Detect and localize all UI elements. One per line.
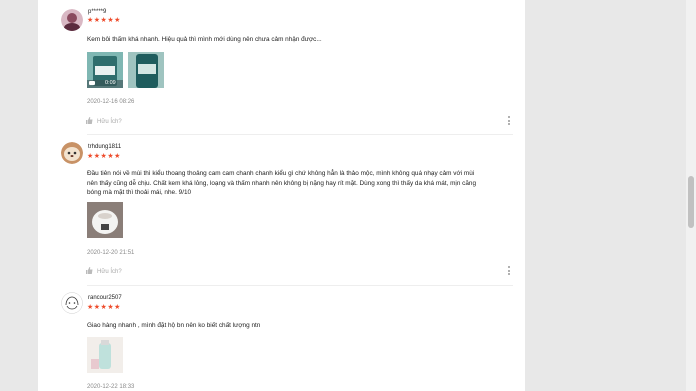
review-photo-thumbnail[interactable] <box>128 52 164 88</box>
review-photo-thumbnail[interactable] <box>87 337 123 373</box>
divider <box>87 134 513 135</box>
page-scrollbar[interactable] <box>686 0 696 391</box>
review-photo-thumbnail[interactable] <box>87 202 123 238</box>
review-timestamp: 2020-12-16 08:26 <box>87 99 135 105</box>
video-camera-icon <box>89 81 95 85</box>
thumbs-up-icon <box>86 117 93 124</box>
avatar[interactable] <box>61 292 83 314</box>
helpful-label: Hữu Ích? <box>97 119 122 125</box>
review-timestamp: 2020-12-22 18:33 <box>87 384 135 390</box>
video-duration: 0:09 <box>105 80 116 86</box>
review-comment: Đầu tiên nói về mùi thì kiểu thoang thoả… <box>87 170 477 196</box>
review-video-thumbnail[interactable]: 0:09 <box>87 52 123 88</box>
more-options-icon[interactable] <box>508 266 511 277</box>
reviewer-name[interactable]: trhdung1811 <box>88 144 121 150</box>
avatar[interactable] <box>61 9 83 31</box>
rating-stars: ★★★★★ <box>87 153 121 160</box>
helpful-label: Hữu Ích? <box>97 269 122 275</box>
rating-stars: ★★★★★ <box>87 304 121 311</box>
more-options-icon[interactable] <box>508 116 511 127</box>
review-timestamp: 2020-12-20 21:51 <box>87 250 135 256</box>
review-comment: Giao hàng nhanh , mình đặt hộ bn nên ko … <box>87 322 261 329</box>
reviews-panel: p*****9 ★★★★★ Kem bôi thấm khá nhanh. Hi… <box>38 0 525 391</box>
scrollbar-thumb[interactable] <box>688 176 694 228</box>
thumbs-up-icon <box>86 267 93 274</box>
helpful-button[interactable]: Hữu Ích? <box>86 117 122 125</box>
video-duration-badge: 0:09 <box>89 80 116 86</box>
helpful-button[interactable]: Hữu Ích? <box>86 267 122 275</box>
divider <box>87 285 513 286</box>
reviewer-name[interactable]: p*****9 <box>88 9 106 15</box>
rating-stars: ★★★★★ <box>87 17 121 24</box>
review-comment: Kem bôi thấm khá nhanh. Hiệu quả thì mìn… <box>87 36 322 43</box>
reviewer-name[interactable]: rancour2507 <box>88 295 122 301</box>
avatar[interactable] <box>61 142 83 164</box>
